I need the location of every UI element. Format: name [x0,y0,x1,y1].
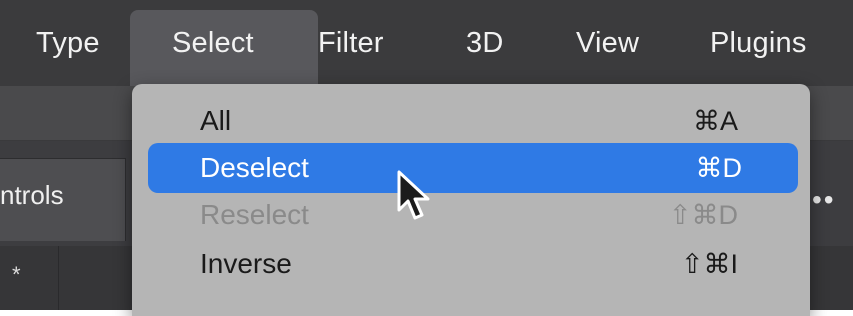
menu-item-all[interactable]: All ⌘A [132,96,810,146]
menu-item-shortcut: ⇧⌘I [680,249,738,279]
menu-select[interactable]: Select [172,0,254,86]
menu-item-shortcut: ⌘A [692,106,738,136]
menu-item-reselect: Reselect ⇧⌘D [132,190,810,240]
more-options-icon[interactable]: •• [812,184,836,216]
menu-type[interactable]: Type [36,0,100,86]
menu-item-label: Deselect [200,152,309,183]
menu-item-label: All [200,105,232,136]
select-dropdown-menu: All ⌘A Deselect ⌘D Reselect ⇧⌘D Inverse … [132,84,810,316]
menu-filter[interactable]: Filter [318,0,384,86]
arrow-pointer-icon [397,170,430,220]
menu-item-deselect[interactable]: Deselect ⌘D [148,143,798,193]
menu-item-inverse[interactable]: Inverse ⇧⌘I [132,239,810,289]
menu-item-label: Inverse [200,248,292,279]
menu-bar: Type Select Filter 3D View Plugins [0,0,853,86]
menu-item-shortcut: ⇧⌘D [668,200,738,230]
panel-tab-label: ntrols [0,180,64,210]
menu-item-label: Reselect [200,199,309,230]
row-divider [58,246,59,310]
menu-view[interactable]: View [576,0,639,86]
menu-item-shortcut: ⌘D [695,153,743,183]
row-marker: * [12,262,21,287]
menu-plugins[interactable]: Plugins [710,0,807,86]
menu-3d[interactable]: 3D [466,0,503,86]
